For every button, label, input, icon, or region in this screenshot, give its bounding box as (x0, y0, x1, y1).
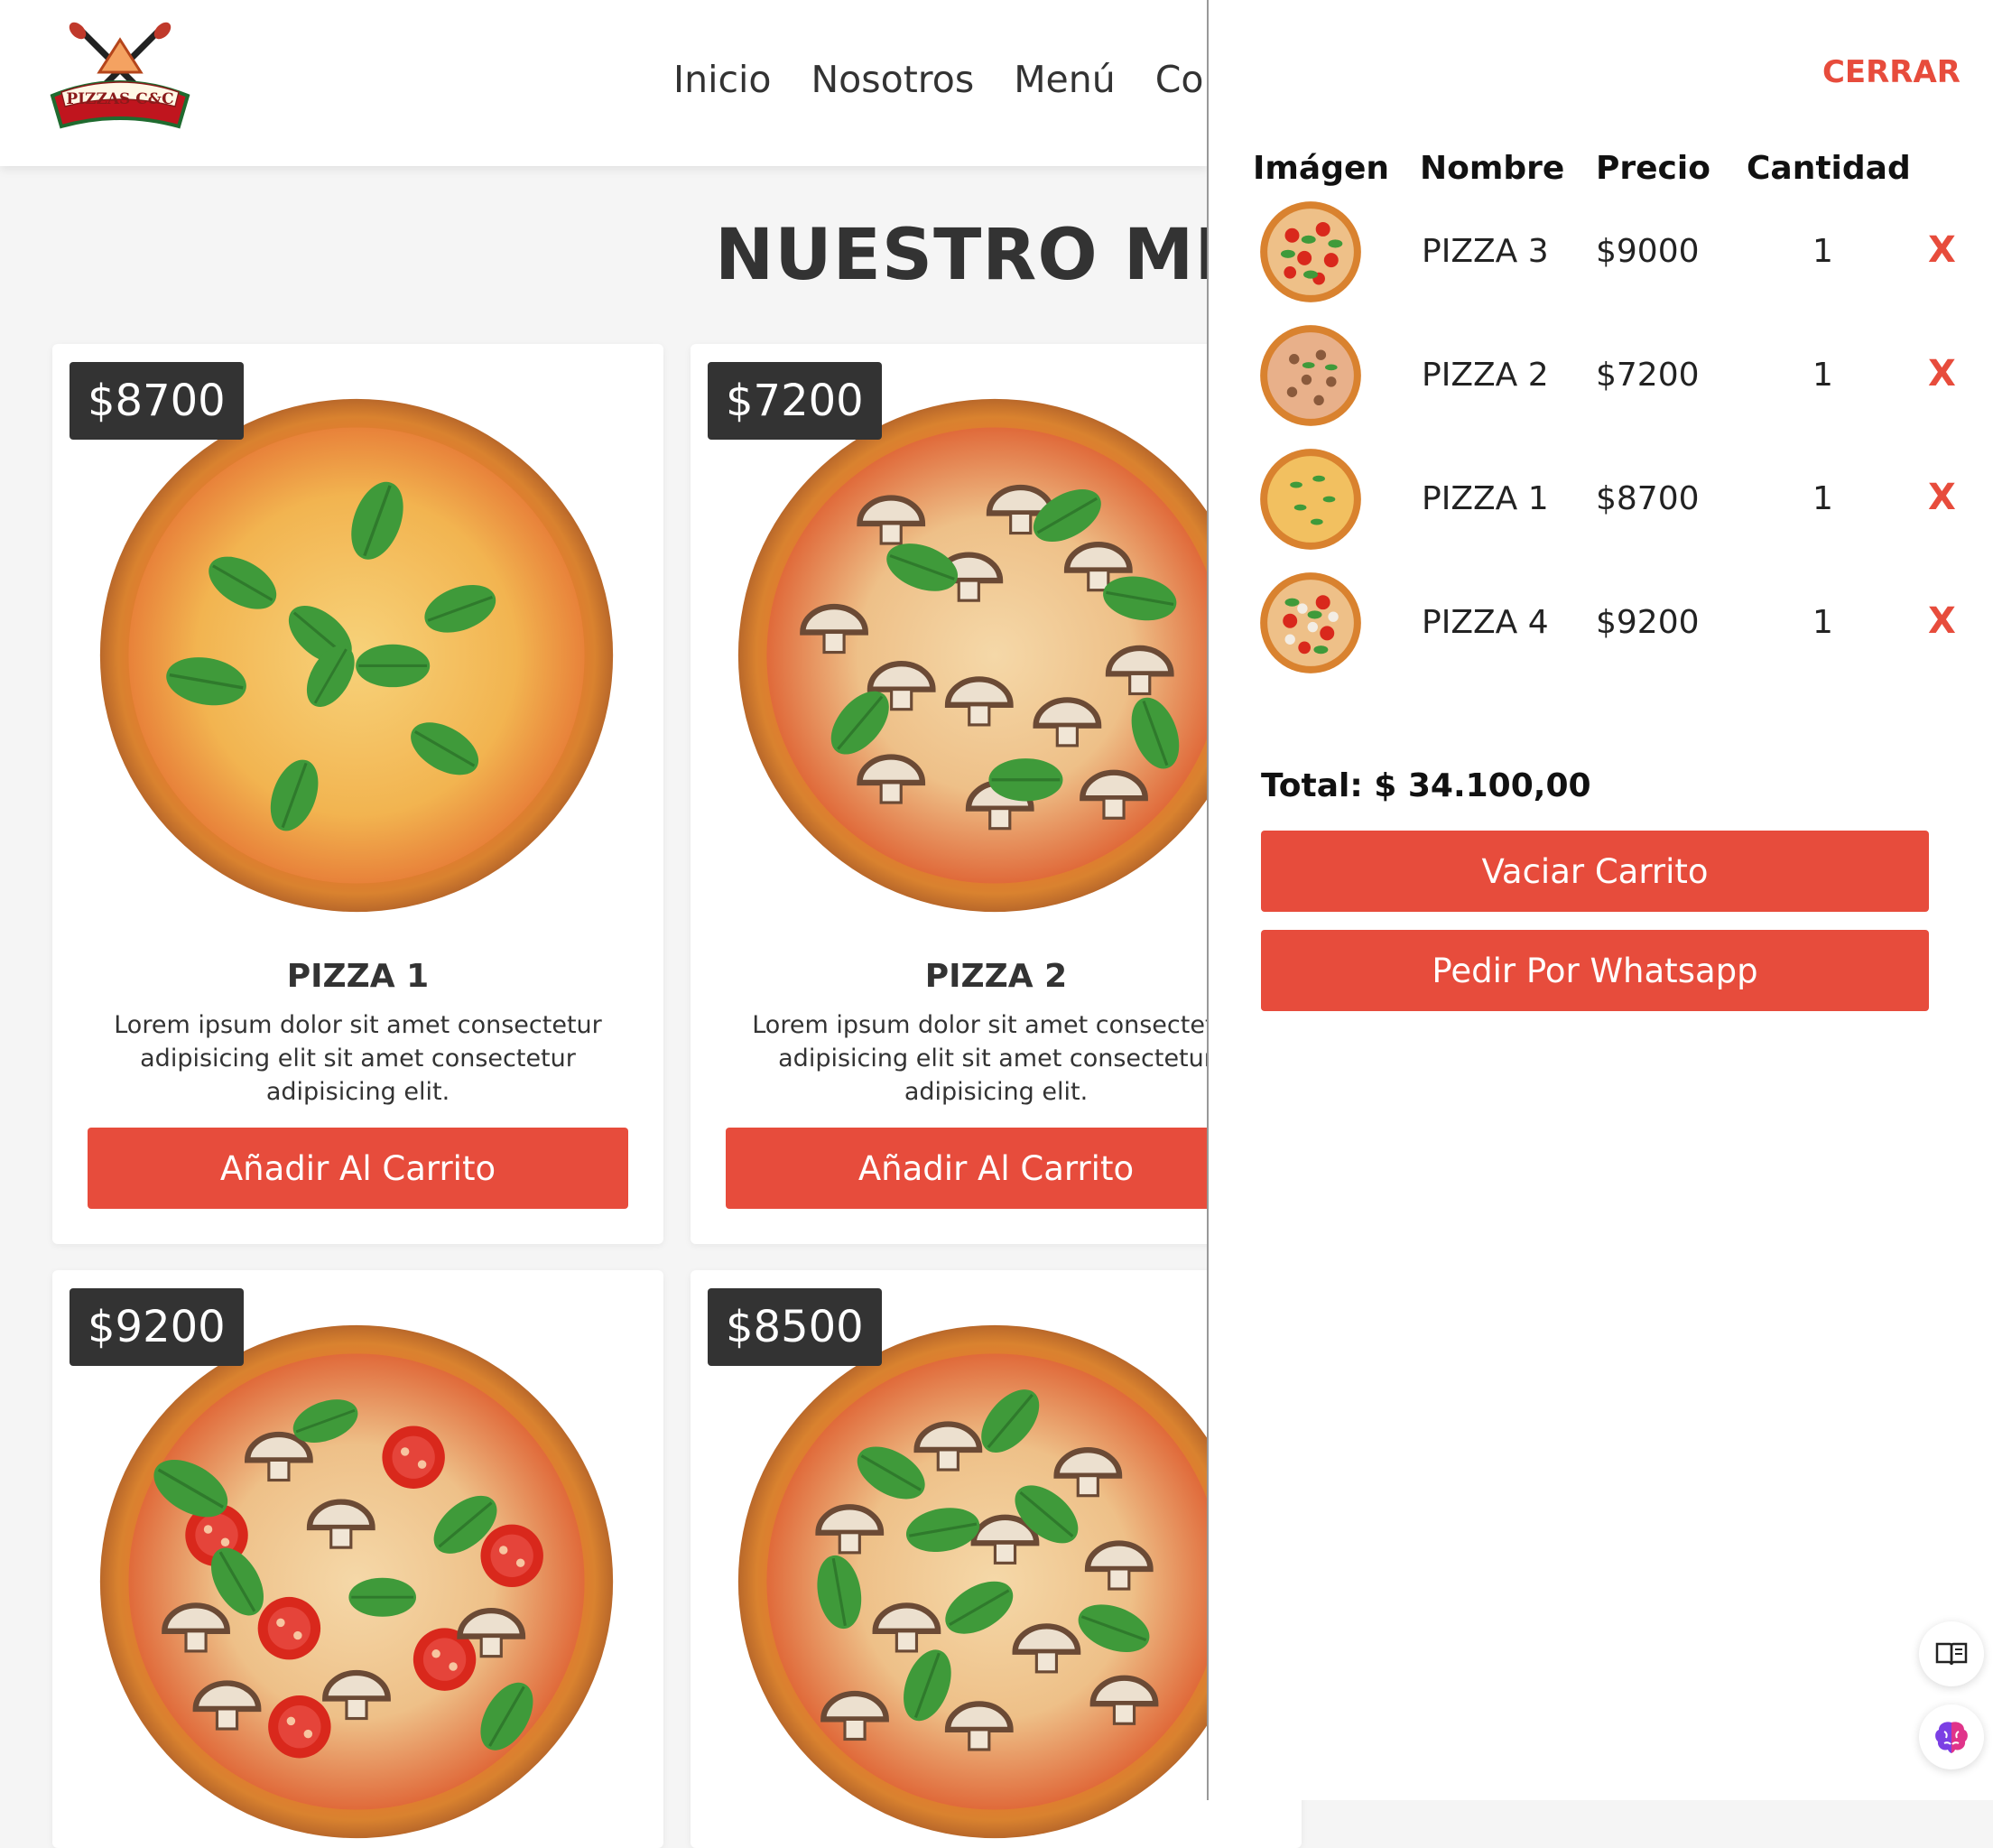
pizza-mushroom-basil-cheese-image (737, 1324, 1252, 1839)
nav-menu[interactable]: Menú (1014, 58, 1116, 101)
price-badge: $8700 (70, 362, 244, 440)
price-badge: $9200 (70, 1288, 244, 1366)
column-header-name: Nombre (1420, 150, 1565, 187)
cart-row: PIZZA 1 $8700 1 X (1209, 448, 1993, 556)
add-to-cart-button[interactable]: Añadir Al Carrito (726, 1128, 1266, 1209)
close-cart-button[interactable]: CERRAR (1822, 54, 1961, 90)
pizza-mushroom-basil-image (737, 398, 1252, 913)
column-header-quantity: Cantidad (1747, 150, 1911, 187)
reader-widget-button[interactable] (1919, 1621, 1984, 1686)
cart-item-thumbnail (1260, 572, 1361, 673)
book-reader-icon (1935, 1642, 1968, 1666)
price-badge: $8500 (708, 1288, 882, 1366)
remove-item-button[interactable]: X (1928, 229, 1956, 271)
cart-item-price: $9200 (1596, 604, 1700, 641)
cart-item-quantity: 1 (1812, 233, 1833, 270)
product-card: $9200 (52, 1270, 663, 1848)
logo-text: PIZZAS C&C (66, 90, 173, 108)
site-header: PIZZAS C&C Inicio Nosotros Menú Cont (0, 0, 1242, 166)
cart-panel: CERRAR Imágen Nombre Precio Cantidad PIZ… (1207, 0, 1993, 1800)
nav-nosotros[interactable]: Nosotros (811, 58, 975, 101)
empty-cart-button[interactable]: Vaciar Carrito (1261, 831, 1929, 912)
pizza-cheese-basil-image (99, 398, 614, 913)
product-description: Lorem ipsum dolor sit amet consectetur a… (752, 1011, 1240, 1106)
cart-item-name: PIZZA 4 (1422, 604, 1549, 641)
cart-item-price: $7200 (1596, 357, 1700, 394)
cart-item-thumbnail (1260, 449, 1361, 550)
main-nav: Inicio Nosotros Menú Cont (673, 58, 1242, 101)
column-header-price: Precio (1596, 150, 1710, 187)
cart-row: PIZZA 3 $9000 1 X (1209, 200, 1993, 309)
cart-item-thumbnail (1260, 201, 1361, 302)
cart-total: Total: $ 34.100,00 (1261, 767, 1591, 804)
brain-icon (1935, 1722, 1968, 1753)
nav-inicio[interactable]: Inicio (673, 58, 772, 101)
cart-item-name: PIZZA 1 (1422, 480, 1549, 517)
cart-row: PIZZA 4 $9200 1 X (1209, 571, 1993, 680)
order-whatsapp-button[interactable]: Pedir Por Whatsapp (1261, 930, 1929, 1011)
product-name: PIZZA 1 (286, 958, 430, 995)
product-card: $8700 PIZZA 1 Lorem ipsum dolor sit amet… (52, 344, 663, 1244)
cart-item-price: $9000 (1596, 233, 1700, 270)
pizza-tomato-mushroom-basil-image (99, 1324, 614, 1839)
price-badge: $7200 (708, 362, 882, 440)
product-description: Lorem ipsum dolor sit amet consectetur a… (114, 1011, 602, 1106)
remove-item-button[interactable]: X (1928, 477, 1956, 518)
cart-item-price: $8700 (1596, 480, 1700, 517)
cart-row: PIZZA 2 $7200 1 X (1209, 324, 1993, 432)
assistant-widget-button[interactable] (1919, 1704, 1984, 1769)
cart-item-quantity: 1 (1812, 357, 1833, 394)
cart-item-name: PIZZA 2 (1422, 357, 1549, 394)
remove-item-button[interactable]: X (1928, 353, 1956, 395)
pizzas-cc-logo[interactable]: PIZZAS C&C (43, 20, 197, 146)
cart-item-quantity: 1 (1812, 604, 1833, 641)
remove-item-button[interactable]: X (1928, 600, 1956, 642)
column-header-image: Imágen (1253, 150, 1390, 187)
cart-item-quantity: 1 (1812, 480, 1833, 517)
cart-item-name: PIZZA 3 (1422, 233, 1549, 270)
add-to-cart-button[interactable]: Añadir Al Carrito (88, 1128, 628, 1209)
cart-item-thumbnail (1260, 325, 1361, 426)
